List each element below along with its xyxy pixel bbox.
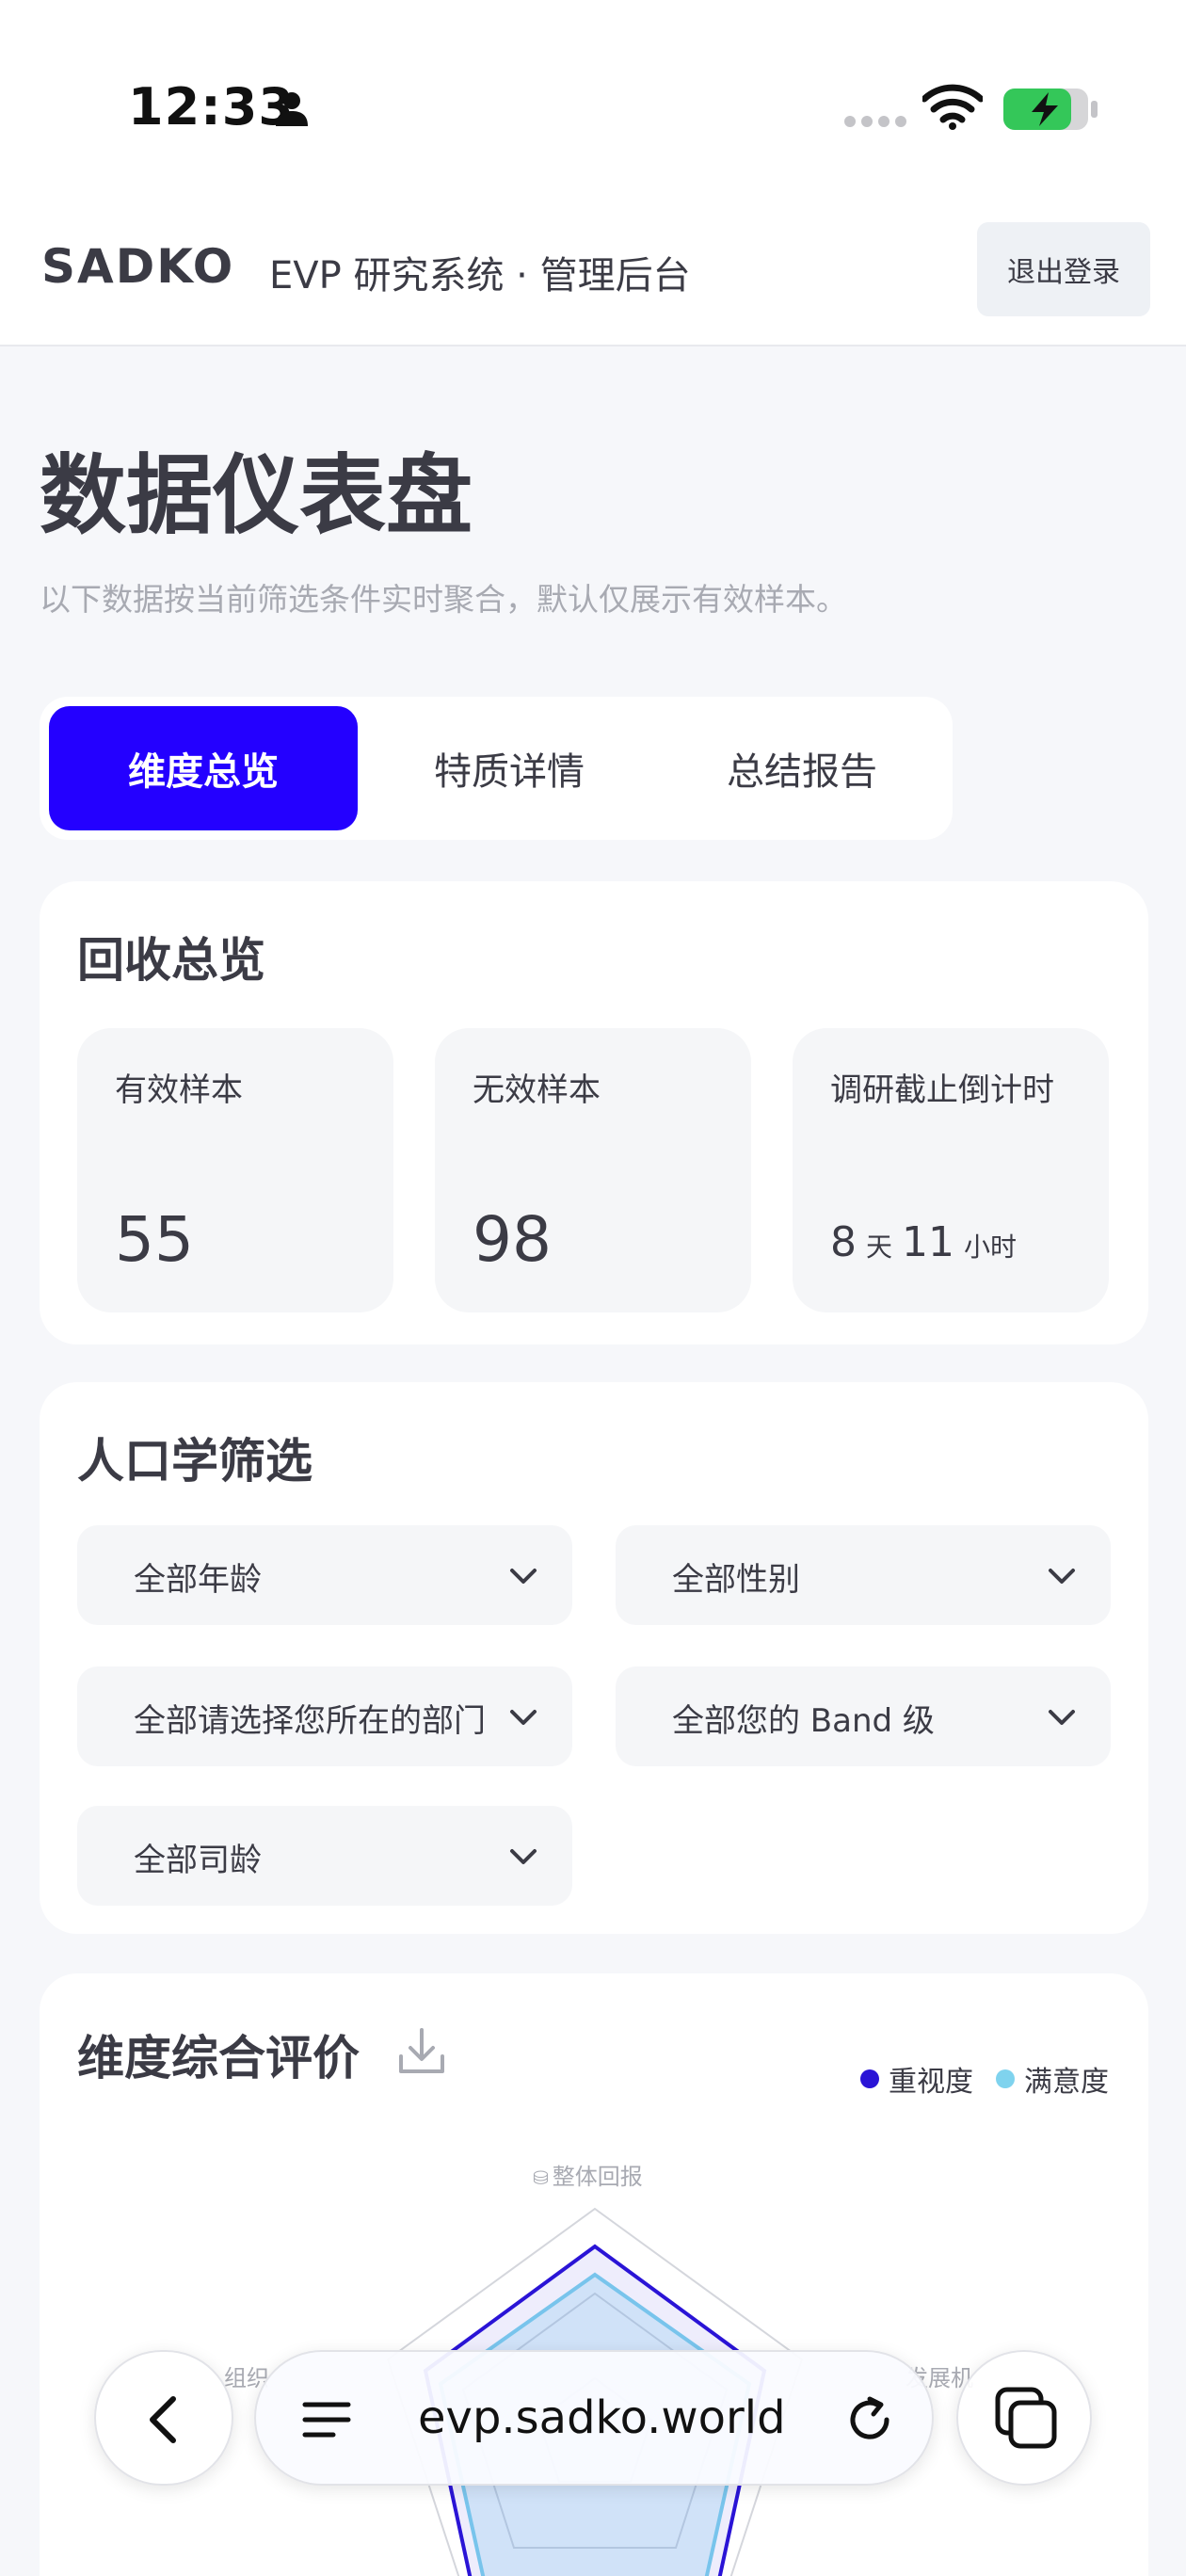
browser-url-bar[interactable]: evp.sadko.world (254, 2350, 934, 2486)
countdown-days: 8 (830, 1218, 857, 1266)
gender-select-value: 全部性别 (672, 1561, 800, 1599)
logout-button[interactable]: 退出登录 (977, 222, 1150, 316)
tab-summary-report[interactable]: 总结报告 (661, 706, 943, 830)
valid-sample-label: 有效样本 (115, 1071, 243, 1109)
browser-url-text: evp.sadko.world (418, 2391, 786, 2444)
department-select-value: 全部请选择您所在的部门 (134, 1702, 486, 1740)
valid-sample-stat: 有效样本 55 (77, 1028, 393, 1312)
radar-chart (386, 2207, 804, 2576)
band-select-value: 全部您的 Band 级 (672, 1702, 935, 1740)
page-title: 数据仪表盘 (40, 445, 473, 546)
tabs-icon (995, 2387, 1057, 2449)
demographic-filter-card: 人口学筛选 全部年龄 全部性别 全部请选择您所在的部门 全部您的 Band 级 … (40, 1382, 1148, 1934)
battery-charging-icon (1003, 89, 1098, 130)
countdown-label: 调研截止倒计时 (830, 1071, 1054, 1109)
tab-trait-details[interactable]: 特质详情 (365, 706, 653, 830)
brand-logo[interactable]: SADKO (41, 239, 234, 294)
countdown-stat: 调研截止倒计时 8 天 11 小时 (793, 1028, 1109, 1312)
tenure-select-value: 全部司龄 (134, 1842, 262, 1879)
chevron-down-icon (510, 1849, 537, 1864)
chevron-down-icon (510, 1569, 537, 1584)
dashboard-tabs: 维度总览 特质详情 总结报告 (40, 697, 953, 840)
chevron-down-icon (1049, 1569, 1075, 1584)
invalid-sample-value: 98 (473, 1203, 552, 1276)
invalid-sample-label: 无效样本 (473, 1071, 601, 1109)
collection-title: 回收总览 (77, 933, 265, 988)
filter-title: 人口学筛选 (77, 1434, 313, 1489)
valid-sample-value: 55 (115, 1203, 194, 1276)
person-icon (276, 92, 308, 126)
signal-dots-icon (844, 116, 906, 127)
browser-back-button[interactable] (94, 2350, 233, 2486)
age-select-value: 全部年龄 (134, 1561, 262, 1599)
age-select[interactable]: 全部年龄 (77, 1525, 572, 1625)
band-select[interactable]: 全部您的 Band 级 (616, 1666, 1111, 1766)
chevron-down-icon (1049, 1710, 1075, 1725)
chevron-down-icon (510, 1710, 537, 1725)
app-header: SADKO EVP 研究系统 · 管理后台 退出登录 (0, 207, 1186, 346)
hours-unit: 小时 (964, 1232, 1018, 1263)
department-select[interactable]: 全部请选择您所在的部门 (77, 1666, 572, 1766)
browser-tabs-button[interactable] (956, 2350, 1092, 2486)
system-title: EVP 研究系统 · 管理后台 (269, 254, 691, 298)
status-bar: 12:33 (0, 0, 1186, 207)
dimension-evaluation-card: 维度综合评价 重视度 满意度 ⛁ 整体回报 组织 发展机 (40, 1973, 1148, 2576)
countdown-hours: 11 (902, 1218, 955, 1266)
page-subtitle: 以下数据按当前筛选条件实时聚合，默认仅展示有效样本。 (40, 581, 847, 618)
reload-icon[interactable] (843, 2393, 896, 2446)
tab-dimension-overview[interactable]: 维度总览 (49, 706, 358, 830)
days-unit: 天 (866, 1232, 893, 1263)
collection-overview-card: 回收总览 有效样本 55 无效样本 98 调研截止倒计时 8 天 11 小时 (40, 881, 1148, 1344)
chevron-left-icon (150, 2396, 176, 2443)
menu-icon[interactable] (301, 2397, 352, 2442)
wifi-icon (922, 84, 983, 130)
invalid-sample-stat: 无效样本 98 (435, 1028, 751, 1312)
countdown-value: 8 天 11 小时 (830, 1218, 1026, 1266)
status-time: 12:33 (128, 77, 295, 137)
gender-select[interactable]: 全部性别 (616, 1525, 1111, 1625)
tenure-select[interactable]: 全部司龄 (77, 1806, 572, 1906)
